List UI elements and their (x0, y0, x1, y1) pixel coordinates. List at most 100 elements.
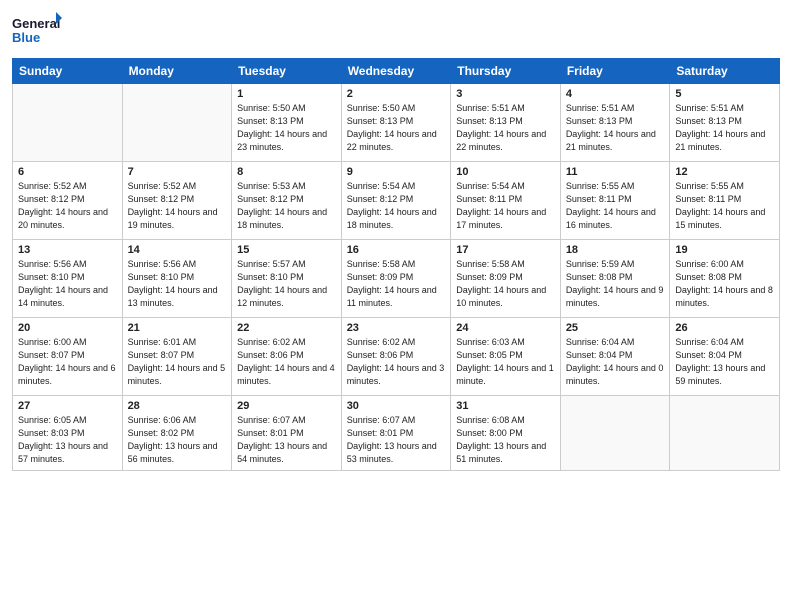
calendar-cell: 31 Sunrise: 6:08 AM Sunset: 8:00 PM Dayli… (451, 396, 561, 471)
day-info: Sunrise: 6:01 AM Sunset: 8:07 PM Dayligh… (128, 336, 227, 388)
calendar-cell: 29 Sunrise: 6:07 AM Sunset: 8:01 PM Dayli… (232, 396, 342, 471)
day-number: 15 (237, 244, 336, 256)
calendar-header-row: SundayMondayTuesdayWednesdayThursdayFrid… (13, 59, 780, 84)
svg-text:Blue: Blue (12, 30, 40, 45)
logo: General Blue (12, 10, 62, 50)
day-number: 9 (347, 166, 446, 178)
day-number: 10 (456, 166, 555, 178)
col-header-wednesday: Wednesday (341, 59, 451, 84)
day-number: 13 (18, 244, 117, 256)
calendar-cell: 20 Sunrise: 6:00 AM Sunset: 8:07 PM Dayli… (13, 318, 123, 396)
day-info: Sunrise: 5:54 AM Sunset: 8:11 PM Dayligh… (456, 180, 555, 232)
day-number: 17 (456, 244, 555, 256)
calendar-cell: 25 Sunrise: 6:04 AM Sunset: 8:04 PM Dayli… (560, 318, 670, 396)
calendar-cell (122, 84, 232, 162)
day-number: 20 (18, 322, 117, 334)
calendar-cell (670, 396, 780, 471)
col-header-saturday: Saturday (670, 59, 780, 84)
day-info: Sunrise: 6:00 AM Sunset: 8:07 PM Dayligh… (18, 336, 117, 388)
day-info: Sunrise: 5:55 AM Sunset: 8:11 PM Dayligh… (675, 180, 774, 232)
day-info: Sunrise: 5:57 AM Sunset: 8:10 PM Dayligh… (237, 258, 336, 310)
day-info: Sunrise: 5:54 AM Sunset: 8:12 PM Dayligh… (347, 180, 446, 232)
day-number: 18 (566, 244, 665, 256)
day-number: 1 (237, 88, 336, 100)
day-info: Sunrise: 6:04 AM Sunset: 8:04 PM Dayligh… (675, 336, 774, 388)
calendar-cell: 24 Sunrise: 6:03 AM Sunset: 8:05 PM Dayli… (451, 318, 561, 396)
calendar-cell: 18 Sunrise: 5:59 AM Sunset: 8:08 PM Dayli… (560, 240, 670, 318)
calendar-cell: 5 Sunrise: 5:51 AM Sunset: 8:13 PM Daylig… (670, 84, 780, 162)
day-info: Sunrise: 6:05 AM Sunset: 8:03 PM Dayligh… (18, 414, 117, 466)
day-info: Sunrise: 5:53 AM Sunset: 8:12 PM Dayligh… (237, 180, 336, 232)
calendar-cell: 13 Sunrise: 5:56 AM Sunset: 8:10 PM Dayli… (13, 240, 123, 318)
calendar-cell: 9 Sunrise: 5:54 AM Sunset: 8:12 PM Daylig… (341, 162, 451, 240)
calendar-cell: 19Sunrise: 6:00 AM Sunset: 8:08 PM Dayli… (670, 240, 780, 318)
calendar-cell: 6 Sunrise: 5:52 AM Sunset: 8:12 PM Daylig… (13, 162, 123, 240)
col-header-tuesday: Tuesday (232, 59, 342, 84)
day-info: Sunrise: 5:50 AM Sunset: 8:13 PM Dayligh… (237, 102, 336, 154)
calendar-cell: 4 Sunrise: 5:51 AM Sunset: 8:13 PM Daylig… (560, 84, 670, 162)
day-number: 19 (675, 244, 774, 256)
col-header-monday: Monday (122, 59, 232, 84)
day-number: 27 (18, 400, 117, 412)
calendar-cell (560, 396, 670, 471)
day-info: Sunrise: 6:08 AM Sunset: 8:00 PM Dayligh… (456, 414, 555, 466)
day-info: Sunrise: 6:02 AM Sunset: 8:06 PM Dayligh… (347, 336, 446, 388)
day-info: Sunrise: 5:58 AM Sunset: 8:09 PM Dayligh… (347, 258, 446, 310)
day-info: Sunrise: 5:51 AM Sunset: 8:13 PM Dayligh… (456, 102, 555, 154)
day-number: 8 (237, 166, 336, 178)
calendar-cell: 17 Sunrise: 5:58 AM Sunset: 8:09 PM Dayli… (451, 240, 561, 318)
col-header-friday: Friday (560, 59, 670, 84)
day-number: 30 (347, 400, 446, 412)
day-number: 5 (675, 88, 774, 100)
calendar-cell (13, 84, 123, 162)
calendar-cell: 8 Sunrise: 5:53 AM Sunset: 8:12 PM Daylig… (232, 162, 342, 240)
day-number: 31 (456, 400, 555, 412)
page-header: General Blue (12, 10, 780, 50)
day-info: Sunrise: 6:02 AM Sunset: 8:06 PM Dayligh… (237, 336, 336, 388)
day-info: Sunrise: 5:51 AM Sunset: 8:13 PM Dayligh… (566, 102, 665, 154)
calendar-cell: 7Sunrise: 5:52 AM Sunset: 8:12 PM Daylig… (122, 162, 232, 240)
day-number: 7 (128, 166, 227, 178)
day-number: 22 (237, 322, 336, 334)
calendar-cell: 11Sunrise: 5:55 AM Sunset: 8:11 PM Dayli… (560, 162, 670, 240)
calendar-cell: 28Sunrise: 6:06 AM Sunset: 8:02 PM Dayli… (122, 396, 232, 471)
day-number: 23 (347, 322, 446, 334)
logo-svg: General Blue (12, 10, 62, 50)
day-number: 25 (566, 322, 665, 334)
day-info: Sunrise: 5:50 AM Sunset: 8:13 PM Dayligh… (347, 102, 446, 154)
day-info: Sunrise: 5:55 AM Sunset: 8:11 PM Dayligh… (566, 180, 665, 232)
calendar-cell: 14 Sunrise: 5:56 AM Sunset: 8:10 PM Dayli… (122, 240, 232, 318)
calendar-table: SundayMondayTuesdayWednesdayThursdayFrid… (12, 58, 780, 471)
calendar-cell: 21 Sunrise: 6:01 AM Sunset: 8:07 PM Dayli… (122, 318, 232, 396)
calendar-cell: 16Sunrise: 5:58 AM Sunset: 8:09 PM Dayli… (341, 240, 451, 318)
calendar-cell: 26 Sunrise: 6:04 AM Sunset: 8:04 PM Dayli… (670, 318, 780, 396)
col-header-thursday: Thursday (451, 59, 561, 84)
day-info: Sunrise: 6:04 AM Sunset: 8:04 PM Dayligh… (566, 336, 665, 388)
calendar-cell: 23 Sunrise: 6:02 AM Sunset: 8:06 PM Dayli… (341, 318, 451, 396)
day-info: Sunrise: 5:59 AM Sunset: 8:08 PM Dayligh… (566, 258, 665, 310)
day-info: Sunrise: 5:58 AM Sunset: 8:09 PM Dayligh… (456, 258, 555, 310)
day-number: 6 (18, 166, 117, 178)
day-info: Sunrise: 6:07 AM Sunset: 8:01 PM Dayligh… (237, 414, 336, 466)
day-info: Sunrise: 5:56 AM Sunset: 8:10 PM Dayligh… (128, 258, 227, 310)
day-number: 14 (128, 244, 227, 256)
col-header-sunday: Sunday (13, 59, 123, 84)
day-info: Sunrise: 5:56 AM Sunset: 8:10 PM Dayligh… (18, 258, 117, 310)
calendar-cell: 12 Sunrise: 5:55 AM Sunset: 8:11 PM Dayli… (670, 162, 780, 240)
day-info: Sunrise: 6:06 AM Sunset: 8:02 PM Dayligh… (128, 414, 227, 466)
day-info: Sunrise: 6:03 AM Sunset: 8:05 PM Dayligh… (456, 336, 555, 388)
day-number: 21 (128, 322, 227, 334)
calendar-cell: 30Sunrise: 6:07 AM Sunset: 8:01 PM Dayli… (341, 396, 451, 471)
day-number: 3 (456, 88, 555, 100)
calendar-cell: 1 Sunrise: 5:50 AM Sunset: 8:13 PM Daylig… (232, 84, 342, 162)
day-number: 12 (675, 166, 774, 178)
calendar-cell: 15 Sunrise: 5:57 AM Sunset: 8:10 PM Dayli… (232, 240, 342, 318)
day-info: Sunrise: 5:52 AM Sunset: 8:12 PM Dayligh… (18, 180, 117, 232)
day-number: 2 (347, 88, 446, 100)
calendar-cell: 22 Sunrise: 6:02 AM Sunset: 8:06 PM Dayli… (232, 318, 342, 396)
day-info: Sunrise: 5:51 AM Sunset: 8:13 PM Dayligh… (675, 102, 774, 154)
day-number: 24 (456, 322, 555, 334)
day-number: 29 (237, 400, 336, 412)
day-number: 4 (566, 88, 665, 100)
day-number: 26 (675, 322, 774, 334)
